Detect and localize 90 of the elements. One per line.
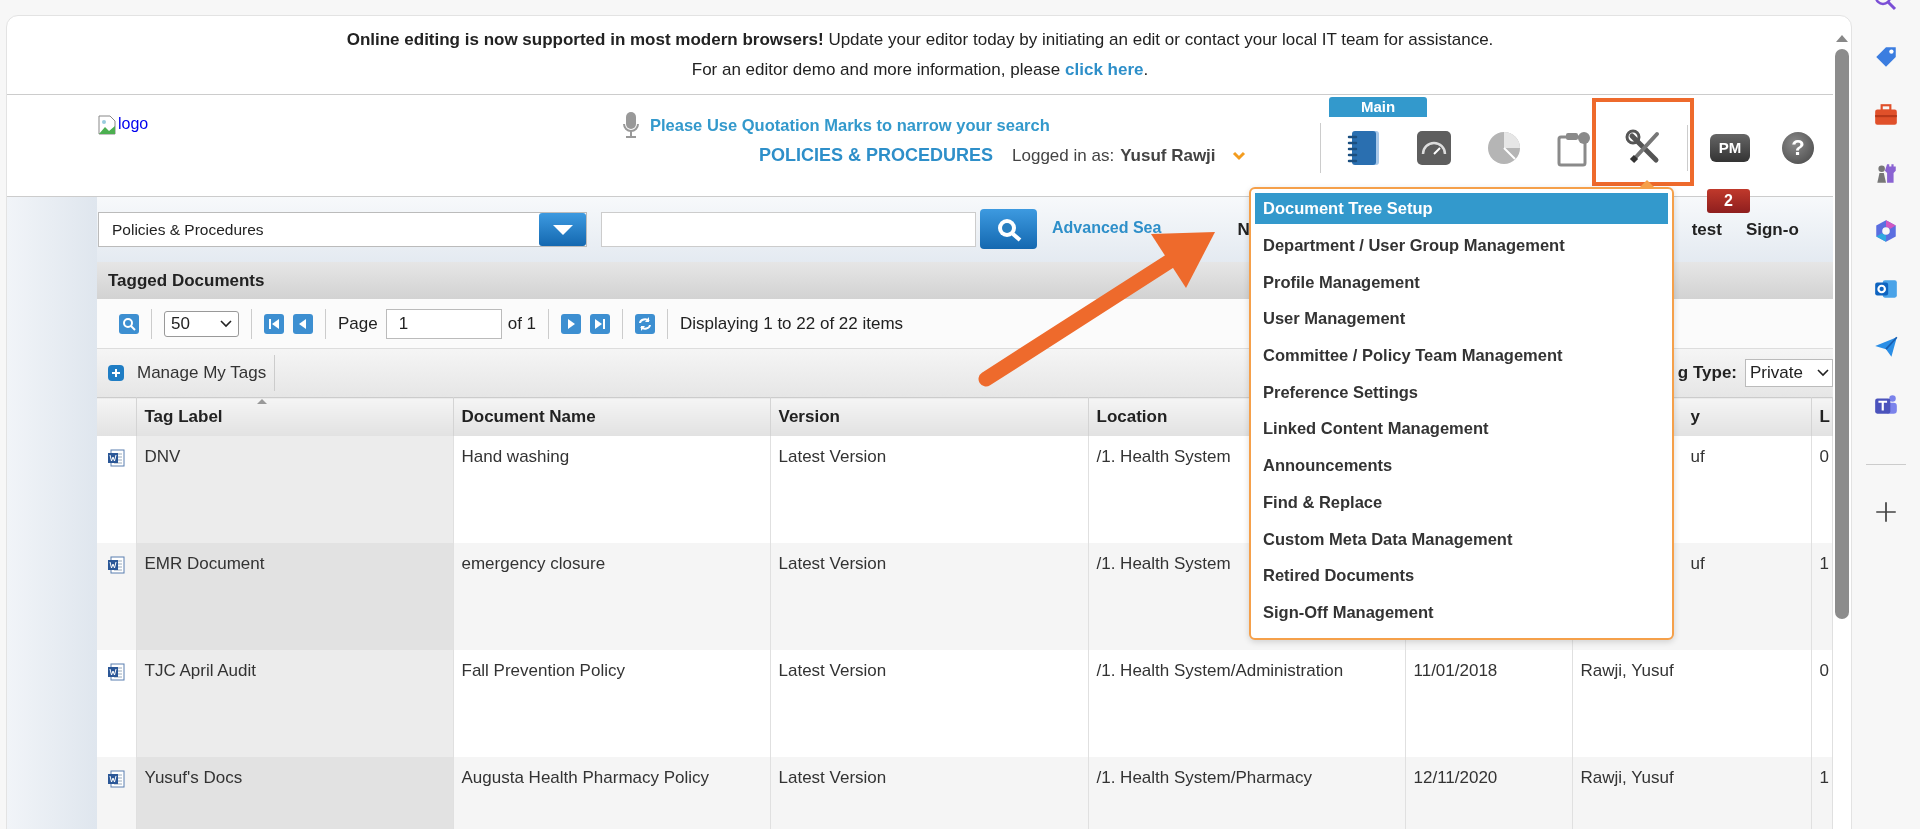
table-cell: Fall Prevention Policy bbox=[461, 661, 625, 680]
table-cell: Latest Version bbox=[778, 661, 887, 680]
scrollbar-thumb[interactable] bbox=[1835, 49, 1849, 619]
page-size-select[interactable]: 50 bbox=[164, 310, 239, 337]
first-page-icon[interactable] bbox=[264, 313, 284, 334]
next-page-icon[interactable] bbox=[561, 313, 582, 334]
chevron-down-icon[interactable] bbox=[1231, 150, 1246, 161]
table-cell: /1. Health System/Administration bbox=[1096, 661, 1344, 680]
tag-type-select[interactable]: Private bbox=[1745, 359, 1833, 387]
chevron-down-icon bbox=[220, 319, 232, 328]
table-cell: Rawji, Yusuf bbox=[1580, 768, 1674, 787]
table-cell: DNV bbox=[144, 447, 181, 466]
table-cell: /1. Health System bbox=[1096, 447, 1231, 466]
gauge-icon[interactable] bbox=[1414, 128, 1454, 168]
search-icon[interactable] bbox=[119, 313, 139, 334]
tag-type-label: g Type: bbox=[1677, 363, 1737, 383]
manage-tags-button[interactable]: Manage My Tags bbox=[137, 363, 267, 383]
column-header[interactable]: y bbox=[1690, 407, 1700, 426]
table-cell: /1. Health System/Pharmacy bbox=[1096, 768, 1312, 787]
scope-dropdown[interactable]: Policies & Procedures bbox=[98, 212, 587, 247]
module-title: POLICIES & PROCEDURES bbox=[759, 145, 994, 166]
search-field[interactable] bbox=[601, 212, 976, 247]
menu-item[interactable]: Preference Settings bbox=[1255, 373, 1668, 411]
table-cell: /1. Health System bbox=[1096, 554, 1231, 573]
page-count: of 1 bbox=[507, 313, 537, 334]
menu-item[interactable]: Find & Replace bbox=[1255, 483, 1668, 521]
last-page-icon[interactable] bbox=[590, 313, 611, 334]
help-icon[interactable]: ? bbox=[1782, 132, 1814, 164]
scroll-up-icon[interactable] bbox=[1836, 34, 1848, 42]
search-hint: Please Use Quotation Marks to narrow your search bbox=[650, 115, 1050, 135]
table-cell: emergency closure bbox=[461, 554, 606, 573]
pm-icon[interactable]: PM bbox=[1710, 134, 1750, 162]
menu-item[interactable]: Linked Content Management bbox=[1255, 410, 1668, 448]
menu-item[interactable]: Sign-Off Management bbox=[1255, 593, 1668, 631]
table-cell: 12/11/2020 bbox=[1413, 768, 1498, 787]
copilot-icon[interactable] bbox=[1873, 218, 1899, 244]
menu-item[interactable]: Retired Documents bbox=[1255, 557, 1668, 594]
table-cell: 0 bbox=[1819, 661, 1829, 680]
table-cell: Hand washing bbox=[461, 447, 570, 466]
announcement-text: Online editing is now supported in most modern browsers! Update your editor today by initiating an edit or contact your local IT team for assistance. bbox=[345, 29, 1495, 51]
word-document-icon[interactable] bbox=[107, 770, 125, 788]
refresh-icon[interactable] bbox=[635, 313, 656, 334]
notification-badge: 2 bbox=[1707, 189, 1750, 213]
nav-link[interactable]: Sign-o bbox=[1745, 212, 1799, 247]
logo-alt-text: logo bbox=[118, 115, 149, 133]
search-button[interactable] bbox=[980, 209, 1037, 249]
menu-item[interactable]: Announcements bbox=[1255, 447, 1668, 484]
table-cell: Latest Version bbox=[778, 447, 887, 466]
table-cell: 11/01/2018 bbox=[1413, 661, 1498, 680]
broken-image-icon bbox=[98, 115, 116, 135]
table-cell: Augusta Health Pharmacy Policy bbox=[461, 768, 710, 787]
menu-item[interactable]: Custom Meta Data Management bbox=[1255, 520, 1668, 558]
paging-status: Displaying 1 to 22 of 22 items bbox=[680, 313, 904, 334]
table-cell: Rawji, Yusuf bbox=[1580, 661, 1674, 680]
previous-page-icon[interactable] bbox=[293, 313, 313, 334]
menu-item[interactable]: Department / User Group Management bbox=[1255, 227, 1668, 264]
table-cell: Yusuf's Docs bbox=[144, 768, 243, 787]
word-document-icon[interactable] bbox=[107, 556, 125, 574]
click-here-link[interactable]: click here bbox=[1065, 60, 1144, 79]
nav-link[interactable]: test bbox=[1691, 212, 1722, 247]
user-name: Yusuf Rawji bbox=[1120, 145, 1216, 166]
nav-link[interactable]: N bbox=[1237, 212, 1250, 247]
table-cell: 0 bbox=[1819, 447, 1829, 466]
menu-item[interactable]: User Management bbox=[1255, 300, 1668, 338]
add-icon[interactable] bbox=[108, 365, 124, 381]
table-cell: uf bbox=[1690, 447, 1705, 466]
table-cell: Latest Version bbox=[778, 554, 887, 573]
word-document-icon[interactable] bbox=[107, 449, 125, 467]
dropdown-arrow-icon bbox=[551, 223, 574, 236]
table-cell: EMR Document bbox=[144, 554, 265, 573]
toolbox-icon[interactable] bbox=[1873, 102, 1899, 128]
menu-item[interactable]: Profile Management bbox=[1255, 263, 1668, 301]
panel-title: Tagged Documents bbox=[108, 270, 265, 291]
chevron-down-icon bbox=[1817, 369, 1829, 377]
add-icon[interactable] bbox=[1873, 499, 1899, 525]
logged-in-label: Logged in as: bbox=[1012, 145, 1115, 166]
table-cell: TJC April Audit bbox=[144, 661, 256, 680]
word-document-icon[interactable] bbox=[107, 663, 125, 681]
page-number-field[interactable]: 1 bbox=[385, 308, 502, 339]
microphone-icon[interactable] bbox=[622, 111, 640, 139]
table-cell: 1 bbox=[1819, 768, 1829, 787]
announcement-text: For an editor demo and more information, please click here. bbox=[690, 59, 1150, 81]
page-label: Page bbox=[338, 313, 378, 334]
column-header[interactable]: Tag Label bbox=[144, 407, 223, 426]
table-cell: Latest Version bbox=[778, 768, 887, 787]
table-cell: uf bbox=[1690, 554, 1705, 573]
column-header[interactable]: Version bbox=[778, 407, 840, 426]
menu-item[interactable]: Committee / Policy Team Management bbox=[1255, 337, 1668, 374]
table-cell: 1 bbox=[1819, 554, 1829, 573]
column-header[interactable]: Location bbox=[1096, 407, 1168, 426]
